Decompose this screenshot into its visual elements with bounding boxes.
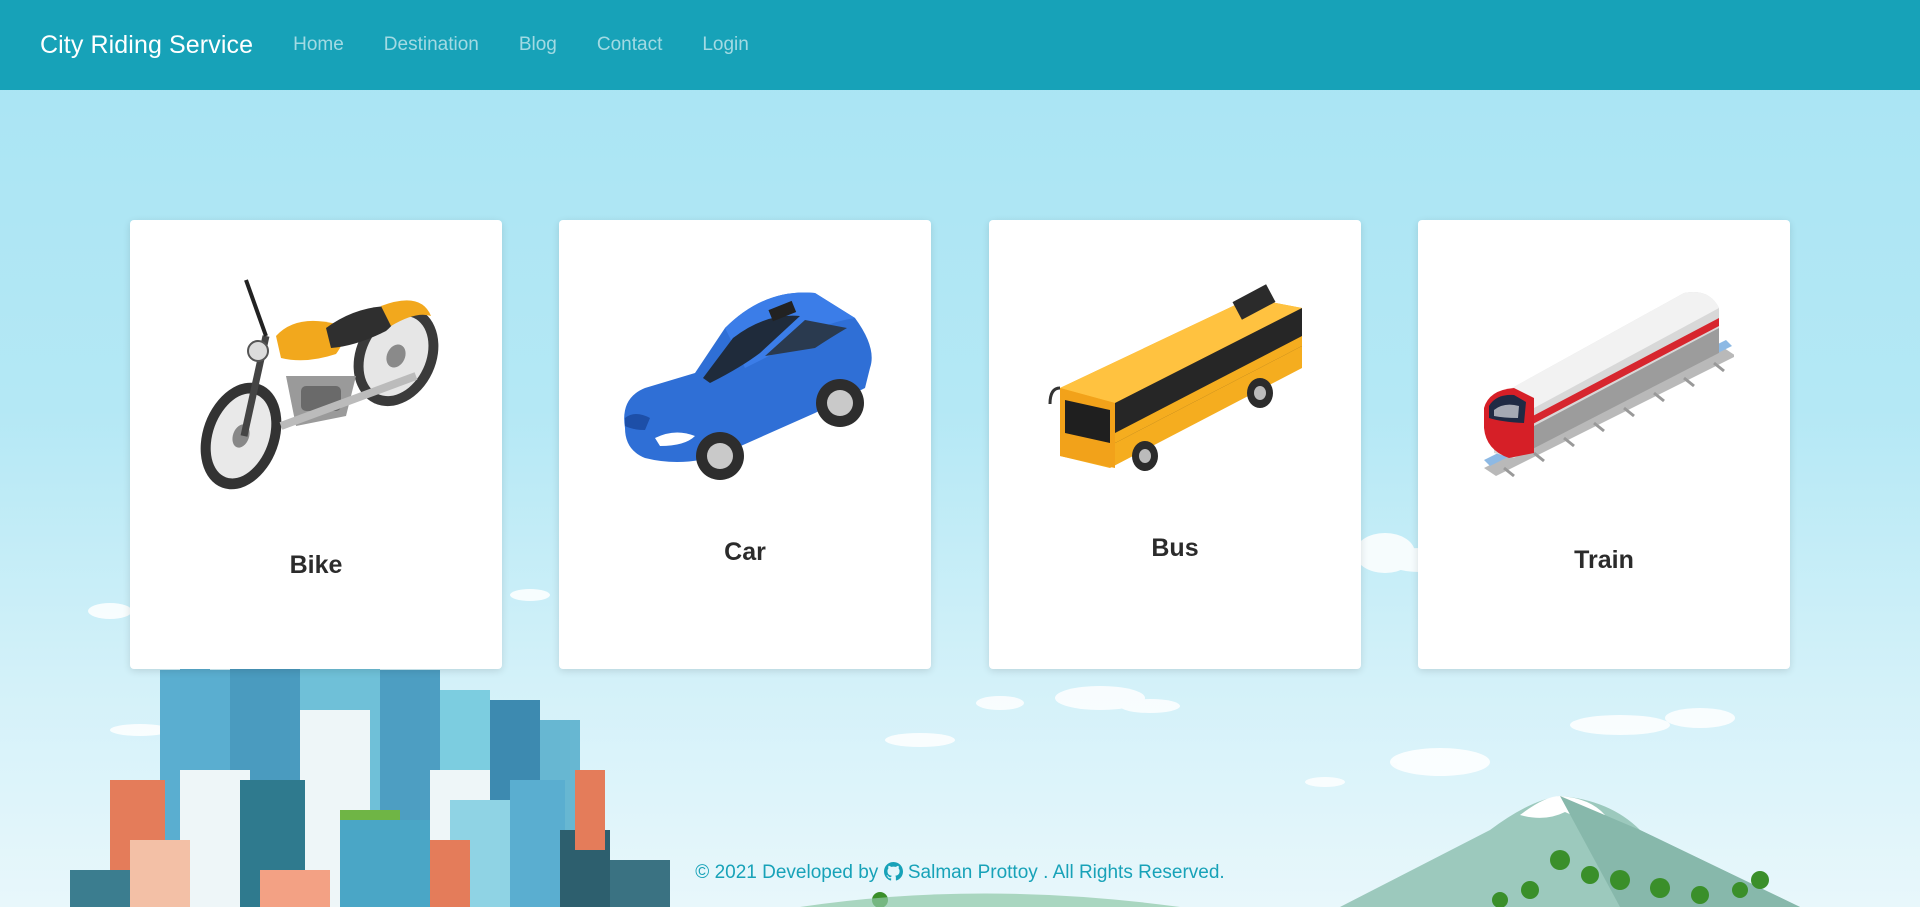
card-title: Bike <box>289 551 343 579</box>
card-title: Car <box>724 538 766 566</box>
car-icon <box>624 292 872 480</box>
footer-prefix: © 2021 Developed by <box>695 862 879 883</box>
card-car[interactable]: Car <box>559 220 931 669</box>
author-link[interactable]: Salman Prottoy <box>908 862 1038 883</box>
nav-link-login[interactable]: Login <box>702 34 749 56</box>
footer: © 2021 Developed by Salman Prottoy . All… <box>0 862 1920 887</box>
nav-link-contact[interactable]: Contact <box>597 34 662 56</box>
brand-link[interactable]: City Riding Service <box>40 31 253 60</box>
nav-link-blog[interactable]: Blog <box>519 34 557 56</box>
footer-suffix: . All Rights Reserved. <box>1043 862 1225 883</box>
bus-icon <box>1048 284 1302 471</box>
github-icon <box>883 862 903 887</box>
card-title: Bus <box>1151 534 1199 562</box>
nav-link-home[interactable]: Home <box>293 34 344 56</box>
card-title: Train <box>1574 546 1634 574</box>
card-bus[interactable]: Bus <box>989 220 1361 669</box>
nav-link-destination[interactable]: Destination <box>384 34 479 56</box>
card-bike[interactable]: Bike <box>130 220 502 669</box>
card-train[interactable]: Train <box>1418 220 1790 669</box>
navbar: City Riding Service Home Destination Blo… <box>0 0 1920 90</box>
train-icon <box>1484 292 1734 478</box>
nav-links: Home Destination Blog Contact Login <box>293 34 789 56</box>
motorcycle-icon <box>200 279 439 490</box>
